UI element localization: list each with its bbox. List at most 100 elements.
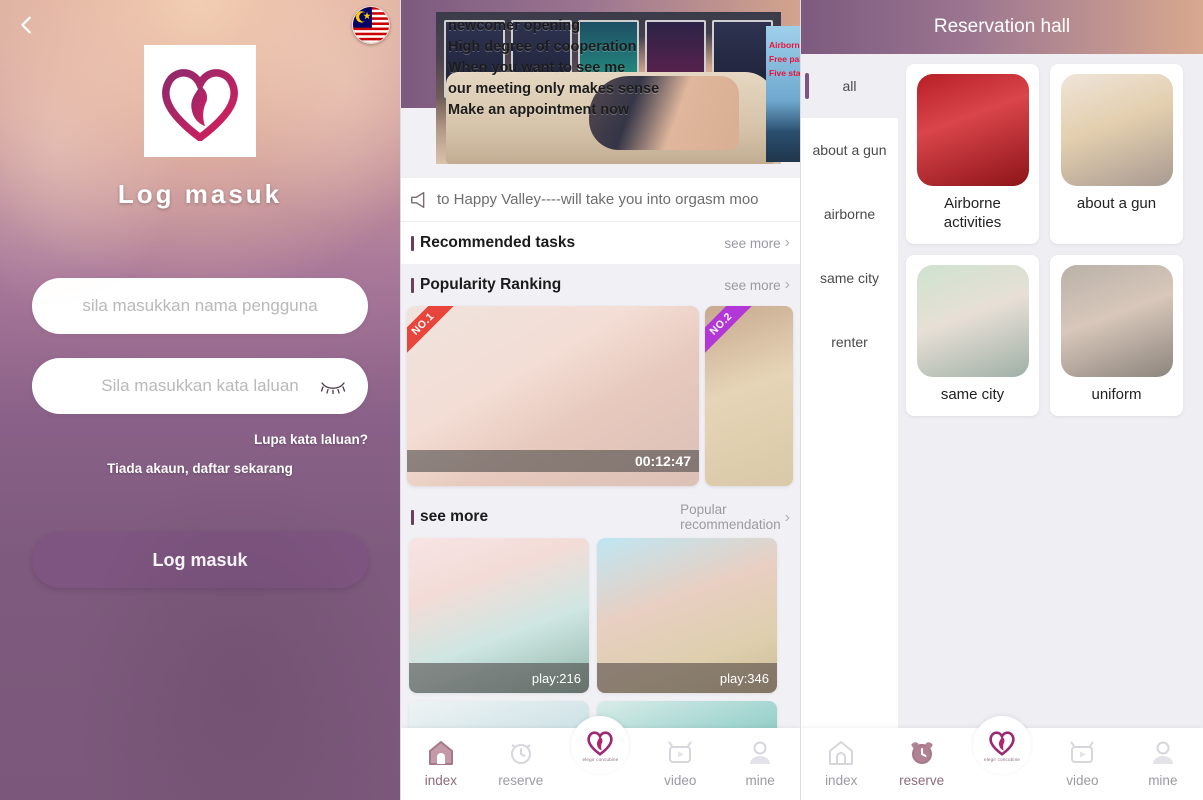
see-more-recommended-tasks[interactable]: see more › bbox=[724, 234, 790, 252]
banner-next-line-2: Free pai bbox=[769, 54, 800, 64]
forgot-password-link[interactable]: Lupa kata laluan? bbox=[32, 432, 368, 447]
hall-card-grid: Airborne activities about a gun same cit… bbox=[906, 64, 1195, 416]
app-root: Log masuk sila masukkan nama pengguna Lu… bbox=[0, 0, 1203, 800]
person-icon bbox=[750, 741, 771, 764]
hall-card[interactable]: about a gun bbox=[1050, 64, 1183, 244]
password-field[interactable] bbox=[32, 358, 368, 414]
see-more-label: see more bbox=[724, 277, 781, 293]
tab-index[interactable]: index bbox=[801, 738, 881, 788]
hall-card-label: uniform bbox=[1091, 386, 1142, 403]
tab-video[interactable]: video bbox=[640, 738, 720, 788]
video-card[interactable]: play:216 bbox=[409, 538, 589, 693]
tab-label: mine bbox=[1148, 773, 1178, 788]
tab-label: index bbox=[424, 773, 458, 788]
person-icon bbox=[1152, 741, 1173, 764]
bottom-tabbar: index reserve elegir concubine video min… bbox=[801, 716, 1203, 800]
see-more-popularity-ranking[interactable]: see more › bbox=[724, 276, 790, 294]
banner-text: newcomer opening High degree of cooperat… bbox=[448, 16, 659, 121]
hall-card[interactable]: same city bbox=[906, 255, 1039, 416]
sidebar-item-about-a-gun[interactable]: about a gun bbox=[801, 118, 898, 182]
section-accent-bar bbox=[411, 509, 414, 525]
sidebar-item-all[interactable]: all bbox=[801, 54, 898, 118]
tab-label: mine bbox=[745, 773, 775, 788]
sidebar-item-label: about a gun bbox=[812, 142, 887, 158]
alarm-clock-icon bbox=[911, 742, 933, 764]
tab-label: video bbox=[664, 773, 697, 788]
ranking-card[interactable]: NO.2 bbox=[705, 306, 793, 486]
banner-carousel[interactable]: newcomer opening High degree of cooperat… bbox=[401, 0, 800, 178]
back-button[interactable] bbox=[10, 8, 44, 42]
hall-header: Reservation hall bbox=[801, 0, 1203, 54]
tab-index[interactable]: index bbox=[401, 738, 481, 788]
center-logo-button[interactable]: elegir concubine bbox=[571, 716, 630, 774]
popular-recommendation-link[interactable]: Popular recommendation › bbox=[680, 502, 790, 532]
username-field[interactable] bbox=[32, 278, 368, 334]
play-count: play:346 bbox=[719, 670, 769, 686]
username-input[interactable] bbox=[32, 278, 368, 334]
tab-label: video bbox=[1066, 773, 1099, 788]
ranking-card-footer: 00:12:47 bbox=[407, 450, 699, 472]
tab-mine[interactable]: mine bbox=[720, 738, 800, 788]
video-card-footer: play:346 bbox=[597, 663, 777, 693]
hall-card-label: Airborne activities bbox=[943, 195, 1002, 231]
login-links: Lupa kata laluan? Tiada akaun, daftar se… bbox=[0, 432, 400, 476]
center-logo-button[interactable]: elegir concubine bbox=[973, 716, 1032, 774]
banner-line-1: newcomer opening bbox=[448, 18, 581, 34]
hall-card[interactable]: Airborne activities bbox=[906, 64, 1039, 244]
index-panel: newcomer opening High degree of cooperat… bbox=[400, 0, 800, 800]
banner-next-line-3: Five star bbox=[769, 68, 800, 78]
tab-label: reserve bbox=[498, 773, 544, 788]
hall-card[interactable]: uniform bbox=[1050, 255, 1183, 416]
hall-card-label: about a gun bbox=[1076, 195, 1157, 212]
video-icon bbox=[1070, 741, 1095, 763]
video-icon bbox=[668, 741, 693, 763]
sidebar-item-same-city[interactable]: same city bbox=[801, 246, 898, 310]
chevron-right-icon: › bbox=[784, 234, 790, 251]
banner-slide-current[interactable]: newcomer opening High degree of cooperat… bbox=[436, 12, 781, 164]
home-icon bbox=[428, 741, 453, 765]
section-see-more: see more Popular recommendation › bbox=[401, 496, 800, 538]
banner-line-2: High degree of cooperation bbox=[448, 39, 637, 55]
sidebar-item-airborne[interactable]: airborne bbox=[801, 182, 898, 246]
ranking-card[interactable]: NO.1 00:12:47 bbox=[407, 306, 699, 486]
tab-mine[interactable]: mine bbox=[1123, 738, 1203, 788]
hall-card-thumbnail bbox=[916, 74, 1029, 186]
login-header: Log masuk bbox=[0, 0, 400, 210]
play-count: play:216 bbox=[531, 670, 581, 686]
sidebar-item-renter[interactable]: renter bbox=[801, 310, 898, 374]
register-link[interactable]: Tiada akaun, daftar sekarang bbox=[32, 461, 368, 476]
password-visibility-toggle[interactable] bbox=[320, 376, 346, 396]
see-more-label: see more bbox=[724, 235, 781, 251]
password-input[interactable] bbox=[32, 358, 368, 414]
section-recommended-tasks: Recommended tasks see more › bbox=[401, 222, 800, 264]
banner-slide-next[interactable]: Airborne Free pai Five star bbox=[766, 26, 800, 162]
language-flag-button[interactable] bbox=[352, 6, 390, 44]
tab-reserve[interactable]: reserve bbox=[881, 738, 961, 788]
section-title: Recommended tasks bbox=[420, 234, 576, 251]
tab-reserve[interactable]: reserve bbox=[481, 738, 561, 788]
banner-line-4: our meeting only makes sense bbox=[448, 81, 660, 97]
tab-video[interactable]: video bbox=[1042, 738, 1122, 788]
section-title: see more bbox=[420, 508, 489, 525]
hall-card-thumbnail bbox=[1060, 74, 1173, 186]
rank-badge: NO.1 bbox=[407, 306, 460, 361]
chevron-left-icon bbox=[21, 16, 31, 34]
login-submit-button[interactable]: Log masuk bbox=[32, 532, 368, 588]
malaysia-flag-icon bbox=[353, 7, 389, 43]
hall-body: all about a gun airborne same city rente… bbox=[801, 54, 1203, 800]
tab-label: reserve bbox=[899, 773, 945, 788]
heart-woman-logo bbox=[162, 69, 238, 141]
section-title: Popularity Ranking bbox=[420, 276, 562, 293]
video-card[interactable]: play:346 bbox=[597, 538, 777, 693]
chevron-right-icon: › bbox=[784, 276, 790, 293]
sidebar-item-label: renter bbox=[831, 334, 868, 350]
hall-card-area: Airborne activities about a gun same cit… bbox=[898, 54, 1203, 800]
announcement-bar[interactable]: to Happy Valley----will take you into or… bbox=[401, 178, 800, 222]
page-title: Log masuk bbox=[117, 179, 283, 209]
hall-title: Reservation hall bbox=[933, 16, 1071, 37]
announcement-text: to Happy Valley----will take you into or… bbox=[437, 191, 759, 208]
section-popularity-ranking: Popularity Ranking see more › bbox=[401, 264, 800, 306]
heart-woman-logo bbox=[587, 731, 614, 756]
login-form bbox=[0, 278, 400, 414]
home-icon bbox=[829, 741, 854, 765]
